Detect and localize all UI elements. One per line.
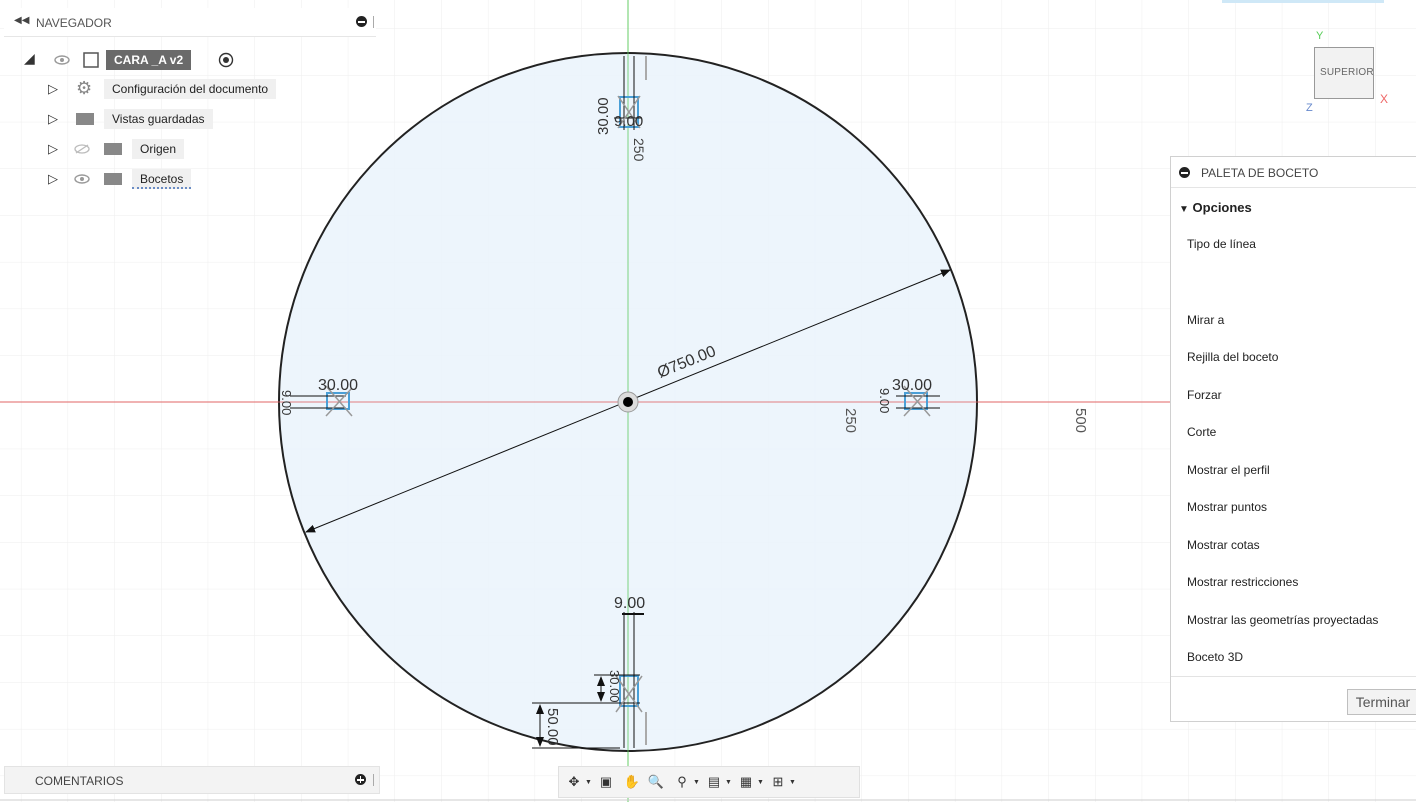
top-right-strip (1222, 0, 1384, 3)
eye-icon[interactable] (54, 55, 70, 65)
option-look-at[interactable]: Mirar a (1187, 313, 1224, 327)
folder-icon (104, 173, 122, 185)
tree-item-label: Configuración del documento (104, 79, 277, 99)
tree-item-origin[interactable]: ▷ Origen (48, 139, 208, 161)
chevron-down-icon[interactable]: ▼ (789, 779, 796, 786)
tree-item-sketches[interactable]: ▷ Bocetos (48, 169, 208, 191)
viewcube-axis-z: Z (1306, 102, 1313, 114)
folder-icon (104, 143, 122, 155)
eye-icon[interactable] (74, 174, 90, 184)
tree-item-label: Origen (132, 139, 185, 159)
center-point[interactable] (623, 397, 633, 407)
navigation-toolbar: ✥ ▼ ▣ ✋ 🔍 ⚲ ▼ ▤ ▼ ▦ ▼ ⊞ ▼ (558, 766, 860, 798)
tree-item-document-settings[interactable]: ▷ ⚙ Configuración del documento (48, 78, 308, 101)
viewcube-axis-y: Y (1316, 30, 1324, 42)
folder-icon (76, 113, 94, 125)
minimize-icon[interactable] (1179, 167, 1190, 178)
view-cube[interactable]: SUPERIOR (1314, 47, 1374, 99)
dim-left-2[interactable]: 9.00 (279, 390, 294, 415)
display-settings-icon[interactable]: ▤ (705, 773, 723, 791)
resize-handle[interactable] (373, 774, 374, 786)
ruler-label-250: 250 (842, 408, 859, 433)
dim-top-3[interactable]: 250 (631, 138, 647, 162)
options-section-toggle[interactable]: ▼ Opciones (1179, 200, 1252, 215)
dim-bottom-1[interactable]: 9.00 (614, 595, 645, 612)
options-section-label: Opciones (1192, 200, 1252, 215)
option-3d-sketch[interactable]: Boceto 3D (1187, 650, 1243, 664)
dim-left-1[interactable]: 30.00 (318, 377, 358, 394)
chevron-down-icon[interactable]: ▼ (757, 779, 764, 786)
viewcube-face-label: SUPERIOR (1320, 67, 1374, 78)
document-icon (83, 52, 99, 68)
option-show-points[interactable]: Mostrar puntos (1187, 500, 1267, 514)
navigator-title: NAVEGADOR (36, 16, 112, 30)
pan-hand-icon[interactable]: ✋ (623, 773, 641, 791)
gear-icon: ⚙ (76, 78, 93, 98)
dim-bottom-3[interactable]: 50.00 (544, 708, 561, 746)
collapse-icon[interactable]: ◀◀ (14, 15, 29, 26)
finish-sketch-button[interactable]: Terminar (1347, 689, 1416, 715)
palette-title: PALETA DE BOCETO (1201, 166, 1319, 180)
dim-top-1[interactable]: 30.00 (595, 97, 612, 135)
eye-hidden-icon[interactable] (74, 144, 90, 154)
option-show-constraints[interactable]: Mostrar restricciones (1187, 575, 1298, 589)
palette-header[interactable]: PALETA DE BOCETO (1171, 157, 1416, 188)
chevron-down-icon[interactable]: ▼ (693, 779, 700, 786)
navigator-header[interactable]: ◀◀ NAVEGADOR (4, 8, 376, 37)
zoom-icon[interactable]: 🔍 (647, 773, 665, 791)
grid-settings-icon[interactable]: ▦ (737, 773, 755, 791)
collapsed-triangle-icon[interactable]: ▷ (48, 171, 58, 187)
option-show-projected-geometries[interactable]: Mostrar las geometrías proyectadas (1187, 613, 1378, 627)
option-show-profile[interactable]: Mostrar el perfil (1187, 463, 1270, 477)
collapsed-triangle-icon[interactable]: ▷ (48, 81, 58, 97)
look-at-icon[interactable]: ▣ (597, 773, 615, 791)
chevron-down-icon[interactable]: ▼ (725, 779, 732, 786)
dim-right-2[interactable]: 9.00 (877, 388, 892, 413)
dim-top-2[interactable]: 9.00 (614, 113, 643, 130)
tree-item-saved-views[interactable]: ▷ Vistas guardadas (48, 109, 248, 131)
minimize-icon[interactable] (356, 16, 367, 27)
fit-icon[interactable]: ⚲ (673, 773, 691, 791)
tree-item-label: Vistas guardadas (104, 109, 213, 129)
viewcube-axis-x: X (1380, 92, 1389, 106)
document-name[interactable]: CARA _A v2 (106, 50, 192, 70)
add-comment-icon[interactable] (355, 774, 366, 785)
active-radio-icon[interactable] (218, 52, 234, 68)
tree-item-label: Bocetos (132, 169, 192, 189)
caret-down-icon: ▼ (1179, 204, 1189, 215)
comments-panel[interactable]: COMENTARIOS (4, 766, 380, 794)
expanded-triangle-icon[interactable]: ◢ (24, 50, 35, 67)
collapsed-triangle-icon[interactable]: ▷ (48, 111, 58, 127)
dim-right-1[interactable]: 30.00 (892, 377, 932, 394)
option-slice[interactable]: Corte (1187, 425, 1216, 439)
option-line-type[interactable]: Tipo de línea (1187, 237, 1256, 251)
option-snap[interactable]: Forzar (1187, 388, 1222, 402)
viewports-icon[interactable]: ⊞ (769, 773, 787, 791)
option-sketch-grid[interactable]: Rejilla del boceto (1187, 350, 1278, 364)
ruler-label-500: 500 (1072, 408, 1089, 433)
orbit-icon[interactable]: ✥ (565, 773, 583, 791)
tree-root-document[interactable]: ◢ CARA _A v2 (24, 50, 254, 72)
dim-bottom-2[interactable]: 30.00 (607, 670, 622, 703)
chevron-down-icon[interactable]: ▼ (585, 779, 592, 786)
resize-handle[interactable] (373, 16, 374, 28)
collapsed-triangle-icon[interactable]: ▷ (48, 141, 58, 157)
comments-title: COMENTARIOS (35, 774, 124, 788)
sketch-palette: PALETA DE BOCETO ▼ Opciones Tipo de líne… (1170, 156, 1416, 722)
option-show-dimensions[interactable]: Mostrar cotas (1187, 538, 1260, 552)
